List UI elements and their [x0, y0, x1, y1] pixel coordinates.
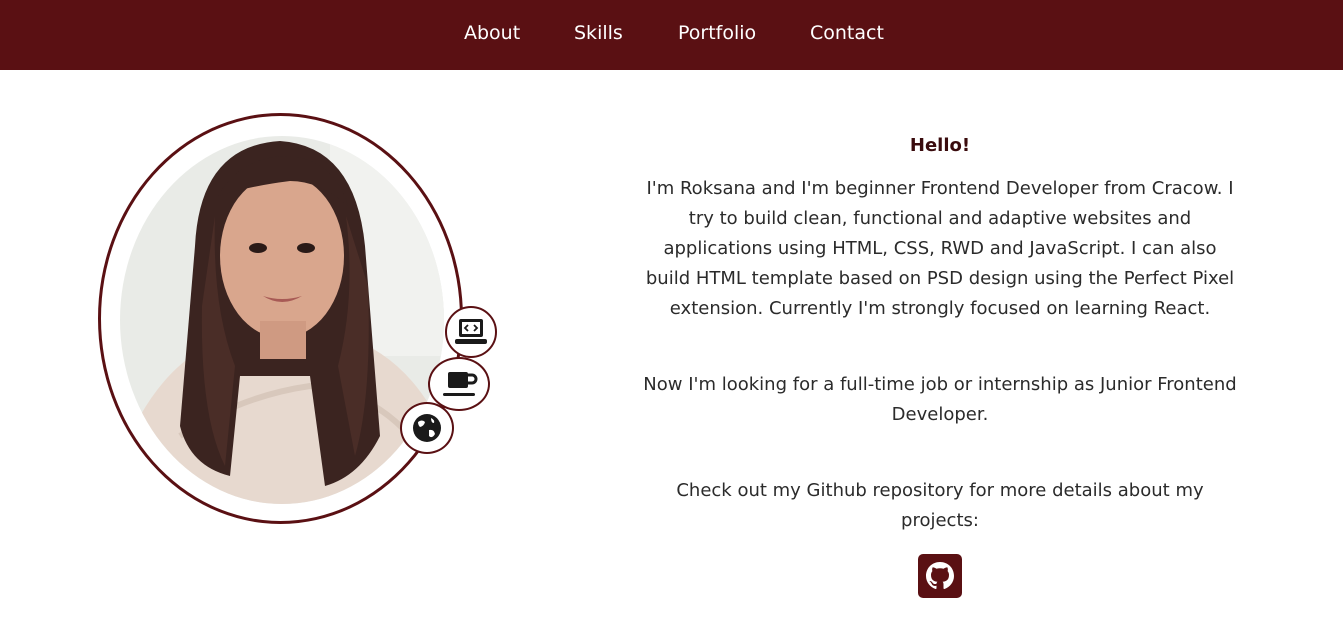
github-icon	[926, 562, 954, 590]
nav-link-about[interactable]: About	[464, 22, 520, 44]
globe-icon	[400, 402, 454, 454]
laptop-code-icon	[445, 306, 497, 358]
nav-link-contact[interactable]: Contact	[810, 22, 884, 44]
github-link[interactable]	[918, 554, 962, 598]
github-prompt-paragraph: Check out my Github repository for more …	[676, 480, 1204, 531]
nav-link-skills[interactable]: Skills	[574, 22, 623, 44]
top-navbar: About Skills Portfolio Contact	[0, 0, 1343, 70]
greeting-heading: Hello!	[909, 135, 971, 156]
nav-link-portfolio[interactable]: Portfolio	[678, 22, 756, 44]
intro-paragraph: I'm Roksana and I'm beginner Frontend De…	[645, 178, 1235, 319]
job-search-paragraph: Now I'm looking for a full-time job or i…	[643, 374, 1237, 425]
about-section: Hello! I'm Roksana and I'm beginner Fron…	[640, 128, 1240, 598]
profile-photo	[120, 136, 444, 504]
coffee-icon	[428, 357, 490, 411]
